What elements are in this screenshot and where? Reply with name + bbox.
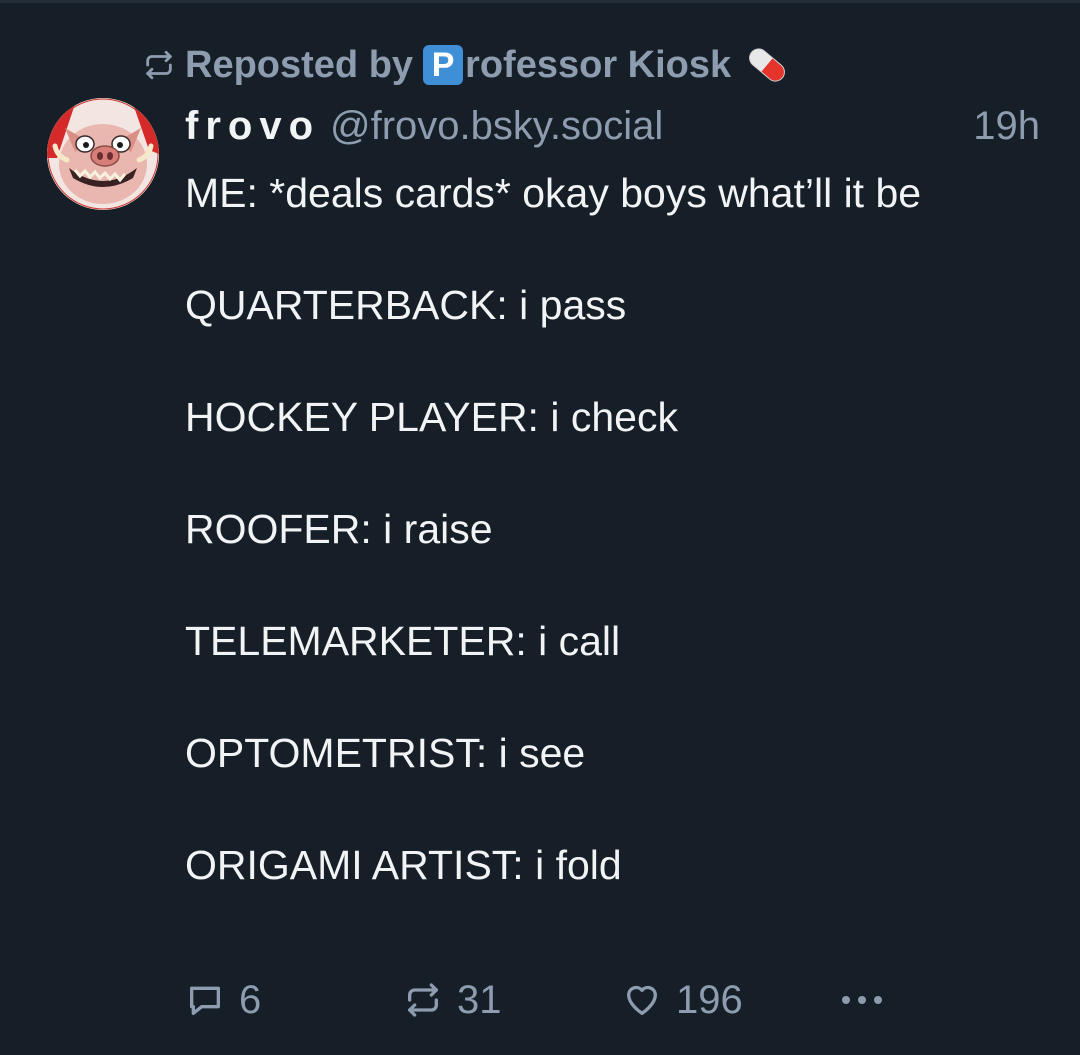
like-button[interactable]: 196 [622,972,743,1028]
more-dots-icon [842,996,882,1004]
post-action-bar: 6 31 196 [185,972,1055,1028]
repost-arrows-icon [408,983,438,1017]
repost-label: Reposted by [185,43,414,86]
repost-count: 31 [457,977,502,1022]
author-avatar[interactable] [47,98,159,210]
heart-icon [627,985,657,1015]
pig-face-avatar-icon [47,98,159,210]
repost-icon [146,50,172,80]
reposter-name[interactable]: rofessor Kiosk [465,44,731,87]
post-body-text: ME: *deals cards* okay boys what’ll it b… [185,170,922,888]
post-timestamp[interactable]: 19h [973,104,1040,149]
like-count: 196 [676,977,743,1022]
more-options-button[interactable] [840,972,884,1028]
post-header: frovo @frovo.bsky.social 19h [185,100,1040,152]
author-display-name[interactable]: frovo [185,104,320,149]
repost-banner[interactable]: Reposted by P rofessor Kiosk [142,40,791,90]
reply-button[interactable]: 6 [185,972,261,1028]
reply-count: 6 [239,977,262,1022]
reply-bubble-icon [190,986,220,1015]
top-divider [0,0,1080,3]
author-handle[interactable]: @frovo.bsky.social [330,104,663,149]
parking-emoji-icon: P [423,45,464,85]
pill-icon [749,48,786,82]
repost-button[interactable]: 31 [403,972,502,1028]
